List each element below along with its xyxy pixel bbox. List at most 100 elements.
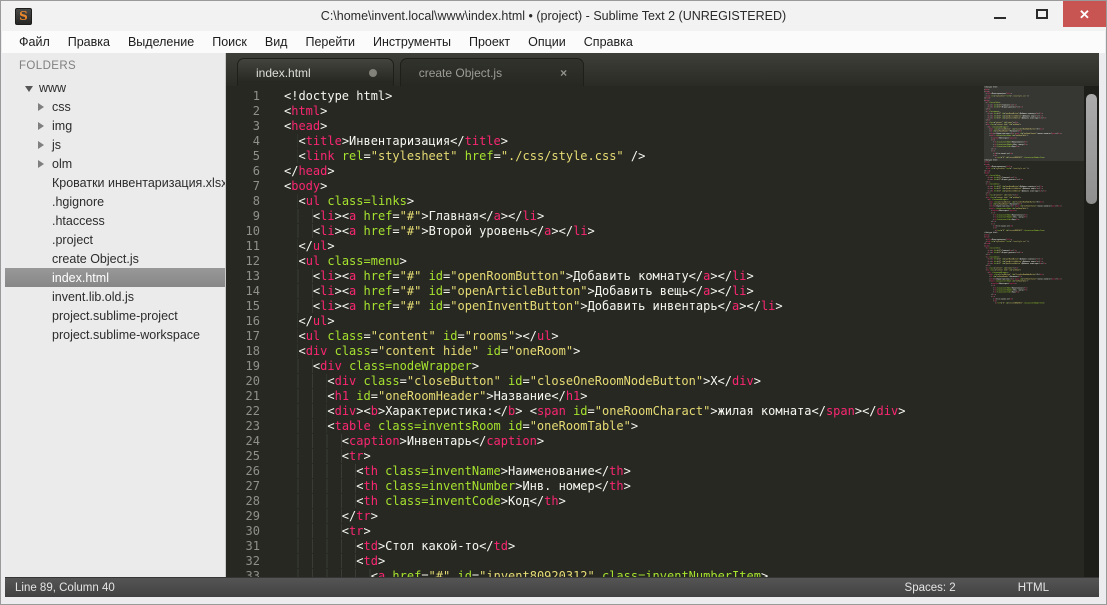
code-token: <: [298, 344, 306, 358]
code-token: >: [580, 389, 588, 403]
line-number: 24: [245, 434, 260, 448]
code-token: class=inventsRoom: [377, 419, 501, 433]
line-number: 17: [245, 329, 260, 343]
code-token: href: [363, 284, 393, 298]
folder-item-olm[interactable]: olm: [5, 154, 225, 173]
tree-item-label: project.sublime-workspace: [52, 327, 200, 342]
menu-item-4[interactable]: Вид: [256, 31, 297, 53]
code-line-3: 3 <head>: [226, 119, 984, 134]
code-token: html: [291, 104, 321, 118]
menu-item-3[interactable]: Поиск: [203, 31, 256, 53]
code-token: li: [320, 224, 335, 238]
minimap-viewport[interactable]: [984, 86, 1084, 161]
indent-guides: [284, 239, 299, 253]
code-token: div: [334, 374, 357, 388]
menu-item-9[interactable]: Справка: [575, 31, 642, 53]
code-token: >Инвентарь</: [998, 209, 1010, 212]
file-item-index.html[interactable]: index.html: [5, 268, 225, 287]
scrollbar-thumb[interactable]: [1086, 94, 1097, 204]
line-number: 10: [245, 224, 260, 238]
vertical-scrollbar[interactable]: [1084, 86, 1099, 577]
chevron-right-icon: [38, 159, 52, 168]
code-token: class=inventNumberItem: [601, 569, 761, 577]
file-item-.htaccess[interactable]: .htaccess: [5, 211, 225, 230]
menu-item-1[interactable]: Правка: [59, 31, 119, 53]
folder-item-img[interactable]: img: [5, 116, 225, 135]
code-line-11: 11 </ul>: [226, 239, 984, 254]
code-token: id: [428, 269, 444, 283]
code-token: "oneRoom": [1012, 269, 1021, 272]
code-token: href: [363, 299, 393, 313]
maximize-button[interactable]: [1021, 1, 1063, 27]
code-token: />: [1026, 240, 1030, 243]
code-token: ></: [515, 329, 537, 343]
code-area[interactable]: 1 <!doctype html> 2 <html> 3 <head> 4 <title>И…: [226, 89, 984, 577]
line-number: 1: [252, 89, 260, 103]
file-item-.project[interactable]: .project: [5, 230, 225, 249]
code-line-14: 14 <li><a href="#" id="openArticleButton…: [226, 284, 984, 299]
code-token: "closeButton": [406, 374, 501, 388]
file-item-Кроватки инвентаризация.xlsx[interactable]: Кроватки инвентаризация.xlsx: [5, 173, 225, 192]
title-bar[interactable]: S C:\home\invent.local\www\index.html • …: [1, 1, 1106, 31]
minimap[interactable]: <!doctype html> <html> <head> <title>Инвен…: [984, 86, 1084, 577]
file-item-project.sublime-project[interactable]: project.sublime-project: [5, 306, 225, 325]
indent-setting-label[interactable]: Spaces: 2: [905, 582, 956, 594]
code-token: >: [775, 299, 783, 313]
code-token: td: [363, 554, 378, 568]
menu-item-2[interactable]: Выделение: [119, 31, 203, 53]
syntax-label[interactable]: HTML: [1018, 582, 1049, 594]
folder-item-js[interactable]: js: [5, 135, 225, 154]
tree-item-label: olm: [52, 156, 73, 171]
code-token: >: [500, 134, 508, 148]
folder-item-css[interactable]: css: [5, 97, 225, 116]
code-token: >: [1018, 291, 1020, 294]
code-text: <tr>: [284, 524, 371, 539]
close-tab-icon[interactable]: ×: [560, 67, 567, 79]
code-token: li: [320, 284, 335, 298]
code-token: ></: [710, 269, 733, 283]
code-token: >: [558, 494, 566, 508]
indent-guides: [284, 449, 342, 463]
code-token: href: [363, 269, 393, 283]
folder-item-www[interactable]: www: [5, 78, 225, 97]
file-item-project.sublime-workspace[interactable]: project.sublime-workspace: [5, 325, 225, 344]
menu-item-7[interactable]: Проект: [460, 31, 519, 53]
menu-item-5[interactable]: Перейти: [296, 31, 364, 53]
code-token: li: [732, 284, 747, 298]
code-token: />: [623, 149, 646, 163]
code-token: id: [457, 569, 472, 577]
code-line-32: 32 <td>: [226, 554, 984, 569]
tab-label: index.html: [256, 65, 311, 80]
close-button[interactable]: ✕: [1063, 1, 1106, 27]
code-text: <a href="#" id="invent80920312" class=in…: [284, 569, 768, 577]
menu-item-8[interactable]: Опции: [519, 31, 575, 53]
code-text: <li><a href="#" id="openInventButton">До…: [284, 299, 783, 314]
code-text: <tr>: [284, 449, 371, 464]
code-token: > <: [515, 404, 537, 418]
code-token: >Характеристика:</: [377, 404, 509, 418]
code-token: "#": [399, 269, 422, 283]
code-text: <th class=inventName>Наименование</th>: [284, 464, 631, 479]
tab-index.html[interactable]: index.html: [237, 58, 394, 86]
code-token: <: [984, 302, 996, 305]
file-item-invent.lib.old.js[interactable]: invent.lib.old.js: [5, 287, 225, 306]
code-token: "openInventButton": [1004, 189, 1022, 192]
file-item-create Object.js[interactable]: create Object.js: [5, 249, 225, 268]
code-token: class=inventCode: [385, 494, 501, 508]
code-token: >: [1027, 280, 1029, 283]
code-token: >: [1060, 277, 1062, 280]
code-token: ><: [334, 284, 350, 298]
minimize-button[interactable]: [979, 1, 1021, 27]
code-token: >X</: [703, 374, 733, 388]
file-item-.hgignore[interactable]: .hgignore: [5, 192, 225, 211]
window-controls: ✕: [979, 1, 1106, 27]
code-line-10: 10 <li><a href="#">Второй уровень</a></l…: [226, 224, 984, 239]
tab-create Object.js[interactable]: create Object.js ×: [399, 58, 585, 86]
line-number: 5: [252, 149, 260, 163]
menu-item-6[interactable]: Инструменты: [364, 31, 460, 53]
menu-item-0[interactable]: Файл: [10, 31, 59, 53]
indent-guides: [284, 224, 313, 238]
code-token: id: [428, 284, 444, 298]
code-token: td: [493, 539, 508, 553]
